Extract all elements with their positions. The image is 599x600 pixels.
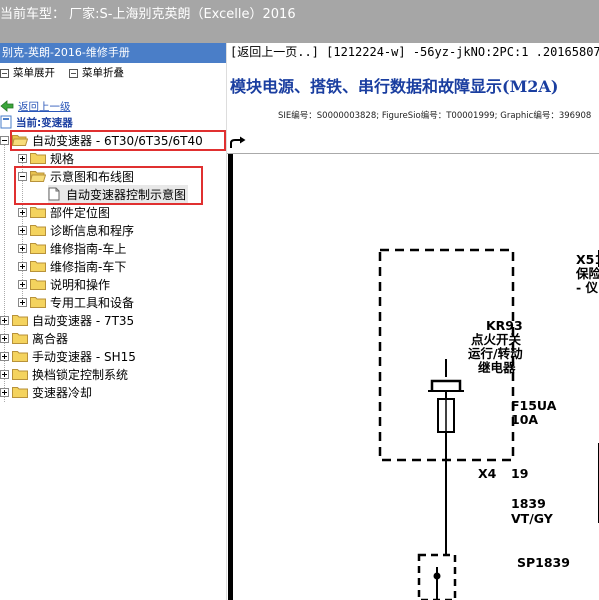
right-label-line2: - 仪 <box>576 280 599 295</box>
menu-expand-label: 菜单展开 <box>13 67 55 79</box>
right-connector-id: X51 <box>576 252 599 267</box>
tree-node-repair-off-vehicle[interactable]: 维修指南-车下 <box>18 257 126 275</box>
folder-icon <box>30 206 46 218</box>
expand-toggle-icon[interactable] <box>18 279 27 289</box>
fuse-id: F15UA <box>511 398 557 413</box>
wiring-diagram: KR93 点火开关 运行/转动 继电器 F15UA 10A X4 19 1839… <box>233 155 599 600</box>
expand-toggle-icon[interactable] <box>18 225 27 235</box>
tree-node-label: 维修指南-车上 <box>50 241 127 256</box>
tree-node-label: 部件定位图 <box>50 205 111 220</box>
relay-name-line1: 点火开关 <box>471 332 522 347</box>
tree-node-component-locators[interactable]: 部件定位图 <box>18 203 110 221</box>
tree-node-label: 变速器冷却 <box>32 385 93 400</box>
expand-toggle-icon[interactable] <box>0 315 9 325</box>
folder-icon <box>30 260 46 272</box>
tree-node-label: 说明和操作 <box>50 277 111 292</box>
tree-node-trans-cooling[interactable]: 变速器冷却 <box>0 383 92 401</box>
pin-number: 19 <box>511 466 529 481</box>
collapse-toggle-icon[interactable] <box>0 135 9 145</box>
navigation-panel: 别克-英朗-2016-维修手册 菜单展开 菜单折叠 返回上一级 当前:变速器 自… <box>0 43 226 600</box>
current-location: 当前:变速器 <box>0 114 73 130</box>
tree-node-label: 维修指南-车下 <box>50 259 127 274</box>
right-label-line1: 保险 <box>576 266 599 281</box>
expand-toggle-icon[interactable] <box>0 387 9 397</box>
wiring-diagram-drawing <box>378 248 599 600</box>
folder-icon <box>12 368 28 380</box>
expand-toggle-icon[interactable] <box>0 333 9 343</box>
menu-collapse-label: 菜单折叠 <box>82 67 124 79</box>
relay-id: KR93 <box>486 318 523 333</box>
folder-icon <box>12 314 28 326</box>
circuit-number: 1839 <box>511 496 546 511</box>
wire-color: VT/GY <box>511 511 553 526</box>
tree-node-specs[interactable]: 规格 <box>18 149 74 167</box>
tree-node-label: 诊断信息和程序 <box>50 223 135 238</box>
highlight-box-schematic-node <box>14 166 203 205</box>
expand-toggle-icon[interactable] <box>0 369 9 379</box>
folder-icon <box>30 278 46 290</box>
tree-node-auto-trans-7t35[interactable]: 自动变速器 - 7T35 <box>0 311 134 329</box>
manual-header: 别克-英朗-2016-维修手册 <box>0 43 226 63</box>
folder-icon <box>12 350 28 362</box>
expand-toggle-icon[interactable] <box>0 351 9 361</box>
folder-icon <box>12 386 28 398</box>
connector-id: X4 <box>478 466 497 481</box>
expand-toggle-icon[interactable] <box>18 297 27 307</box>
menu-collapse-button[interactable]: 菜单折叠 <box>69 63 124 83</box>
expand-toggle-icon[interactable] <box>18 243 27 253</box>
tree-node-label: 离合器 <box>32 331 69 346</box>
tree-node-diagnostics[interactable]: 诊断信息和程序 <box>18 221 134 239</box>
splice-id: SP1839 <box>517 555 570 570</box>
forward-arrow-icon[interactable] <box>229 136 247 150</box>
menu-toolbar: 菜单展开 菜单折叠 <box>0 63 226 83</box>
document-meta: SIE编号：S0000003828; FigureSio编号：T00001999… <box>278 111 592 121</box>
expand-all-icon <box>0 68 9 78</box>
tree-node-clutch[interactable]: 离合器 <box>0 329 68 347</box>
back-link[interactable]: 返回上一级 <box>18 99 71 114</box>
back-arrow-icon <box>0 100 14 112</box>
tree-node-repair-on-vehicle[interactable]: 维修指南-车上 <box>18 239 126 257</box>
window-title-bar: 当前车型： 厂家:S-上海别克英朗（Excelle）2016 <box>0 0 599 43</box>
tree-node-shift-lock[interactable]: 换档锁定控制系统 <box>0 365 128 383</box>
folder-icon <box>30 152 46 164</box>
back-row: 返回上一级 <box>0 98 71 114</box>
relay-name-line2: 运行/转动 <box>468 346 523 361</box>
menu-expand-button[interactable]: 菜单展开 <box>0 63 55 83</box>
fuse-rating: 10A <box>511 412 539 427</box>
expand-toggle-icon[interactable] <box>18 153 27 163</box>
tree-node-label: 换档锁定控制系统 <box>32 367 129 382</box>
tree-node-label: 专用工具和设备 <box>50 295 135 310</box>
relay-name-line3: 继电器 <box>478 360 516 375</box>
expand-toggle-icon[interactable] <box>18 261 27 271</box>
document-title: 模块电源、搭铁、串行数据和故障显示(M2A) <box>230 77 559 96</box>
folder-icon <box>30 224 46 236</box>
tree-node-label: 手动变速器 - SH15 <box>32 349 136 364</box>
collapse-all-icon <box>69 68 78 78</box>
diagram-toolbar <box>227 134 599 154</box>
highlight-box-6t-node <box>10 130 226 151</box>
folder-icon <box>12 332 28 344</box>
current-vehicle-title: 当前车型： 厂家:S-上海别克英朗（Excelle）2016 <box>0 7 296 22</box>
tree-node-special-tools[interactable]: 专用工具和设备 <box>18 293 134 311</box>
tree-node-description-operation[interactable]: 说明和操作 <box>18 275 110 293</box>
folder-icon <box>30 242 46 254</box>
tree-node-label: 自动变速器 - 7T35 <box>32 313 135 328</box>
document-info-line[interactable]: [返回上一页..] [1212224-w] -56yz-jkNO:2PC:1 .… <box>230 43 599 60</box>
book-icon <box>0 115 12 129</box>
folder-icon <box>30 296 46 308</box>
tree-node-label: 规格 <box>50 151 75 166</box>
tree-node-manual-trans[interactable]: 手动变速器 - SH15 <box>0 347 136 365</box>
current-location-label: 当前:变速器 <box>16 116 73 129</box>
expand-toggle-icon[interactable] <box>18 207 27 217</box>
